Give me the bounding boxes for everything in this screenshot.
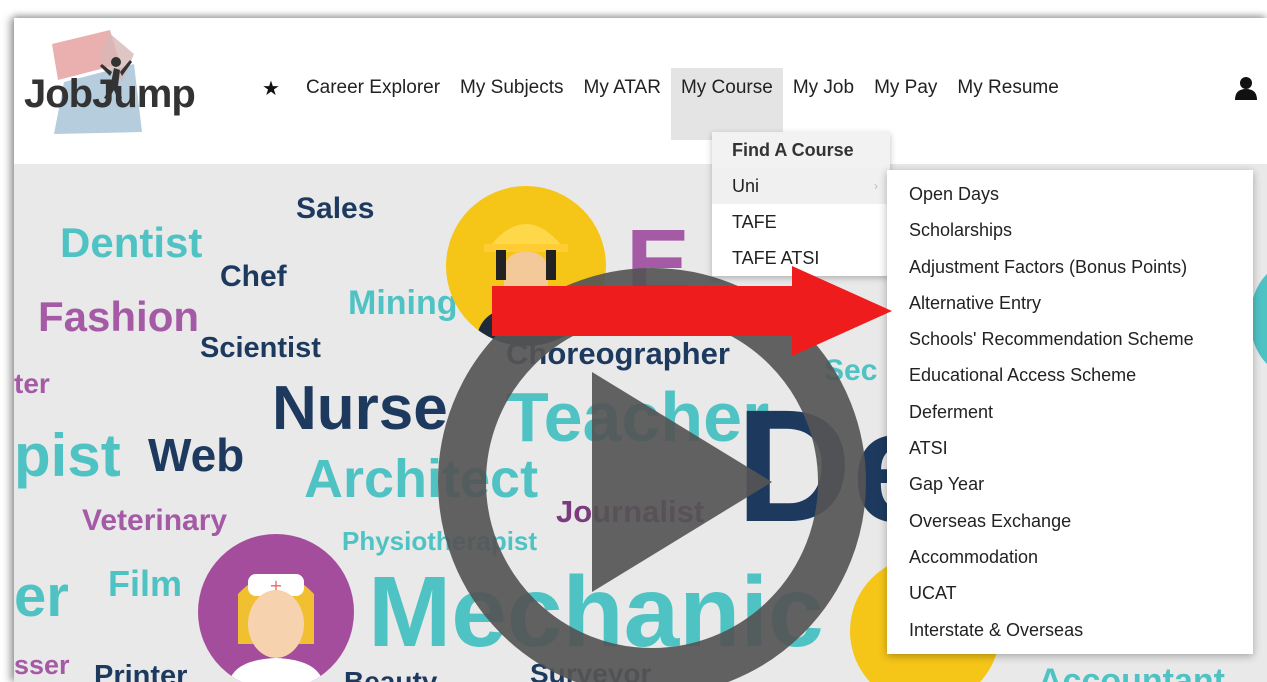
submenu-adjustment-factors[interactable]: Adjustment Factors (Bonus Points) bbox=[887, 249, 1253, 285]
red-arrow-icon bbox=[492, 266, 892, 356]
word-printer: Printer bbox=[94, 660, 188, 682]
submenu-deferment[interactable]: Deferment bbox=[887, 394, 1253, 430]
nav-career-explorer[interactable]: Career Explorer bbox=[296, 68, 450, 108]
logo-text: JobJump bbox=[24, 72, 196, 116]
submenu-accommodation[interactable]: Accommodation bbox=[887, 539, 1253, 575]
menu-find-a-course[interactable]: Find A Course bbox=[712, 132, 890, 168]
star-icon[interactable]: ★ bbox=[262, 76, 280, 101]
word-beauty: Beauty bbox=[344, 666, 438, 682]
submenu-scholarships[interactable]: Scholarships bbox=[887, 212, 1253, 248]
site-header: JobJump ★ Career Explorer My Subjects My… bbox=[14, 18, 1267, 164]
word-er: er bbox=[14, 564, 69, 629]
submenu-educational-access[interactable]: Educational Access Scheme bbox=[887, 357, 1253, 393]
word-chef: Chef bbox=[220, 260, 287, 293]
menu-tafe[interactable]: TAFE bbox=[712, 204, 890, 240]
nav-my-subjects[interactable]: My Subjects bbox=[450, 68, 573, 108]
word-veterinary: Veterinary bbox=[82, 504, 228, 537]
uni-submenu: Open Days Scholarships Adjustment Factor… bbox=[887, 170, 1253, 654]
nav-my-course[interactable]: My Course bbox=[670, 68, 783, 140]
nav-my-atar[interactable]: My ATAR bbox=[574, 68, 671, 108]
submenu-open-days[interactable]: Open Days bbox=[887, 176, 1253, 212]
menu-uni-label: Uni bbox=[732, 176, 760, 196]
video-thumbnail[interactable]: JobJump ★ Career Explorer My Subjects My… bbox=[14, 18, 1267, 682]
word-film: Film bbox=[108, 563, 183, 604]
word-sales: Sales bbox=[296, 192, 375, 225]
main-nav: ★ Career Explorer My Subjects My ATAR My… bbox=[262, 68, 1069, 140]
nurse-avatar: + bbox=[198, 534, 354, 682]
word-pist: pist bbox=[14, 422, 121, 489]
submenu-overseas-exchange[interactable]: Overseas Exchange bbox=[887, 503, 1253, 539]
word-fashion: Fashion bbox=[38, 293, 200, 340]
submenu-alternative-entry[interactable]: Alternative Entry bbox=[887, 285, 1253, 321]
word-dentist: Dentist bbox=[60, 219, 203, 266]
submenu-interstate-overseas[interactable]: Interstate & Overseas bbox=[887, 612, 1253, 648]
word-ter: ter bbox=[14, 368, 50, 399]
word-sser: sser bbox=[14, 650, 70, 680]
my-course-dropdown: Find A Course Uni › TAFE TAFE ATSI bbox=[712, 132, 890, 276]
nav-my-resume[interactable]: My Resume bbox=[947, 68, 1068, 108]
word-accountant: Accountant bbox=[1038, 662, 1225, 682]
word-web: Web bbox=[148, 429, 245, 481]
nav-my-pay[interactable]: My Pay bbox=[864, 68, 947, 108]
submenu-ucat[interactable]: UCAT bbox=[887, 575, 1253, 611]
word-scientist: Scientist bbox=[200, 332, 321, 364]
submenu-gap-year[interactable]: Gap Year bbox=[887, 466, 1253, 502]
user-icon[interactable] bbox=[1235, 76, 1257, 100]
jobjump-logo[interactable]: JobJump bbox=[24, 24, 224, 134]
nav-my-job[interactable]: My Job bbox=[783, 68, 864, 108]
menu-uni[interactable]: Uni › bbox=[712, 168, 890, 204]
submenu-atsi[interactable]: ATSI bbox=[887, 430, 1253, 466]
submenu-schools-recommendation[interactable]: Schools' Recommendation Scheme bbox=[887, 321, 1253, 357]
word-nurse: Nurse bbox=[272, 374, 448, 443]
chevron-right-icon: › bbox=[874, 179, 878, 193]
